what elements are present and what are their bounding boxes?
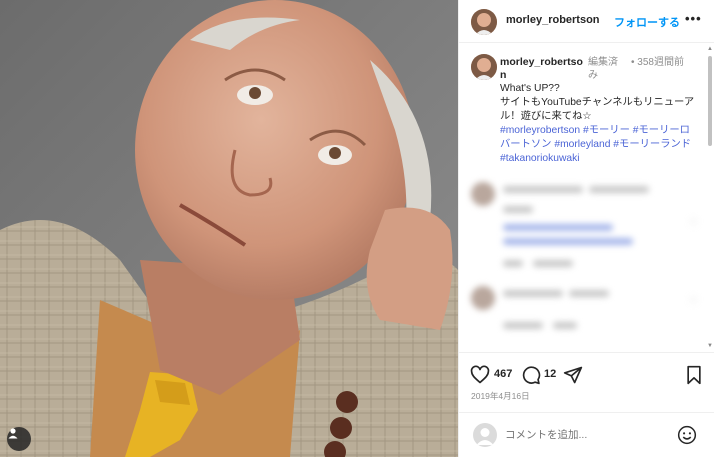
blurred-text xyxy=(503,322,543,329)
post-header: morley_robertson フォローする ••• xyxy=(459,0,714,43)
heart-icon[interactable] xyxy=(470,365,490,385)
comment-heart-icon: ♡ xyxy=(689,218,698,229)
time-separator: • xyxy=(631,57,635,68)
edited-label: 編集済み xyxy=(588,57,618,81)
user-tag-button[interactable] xyxy=(7,427,31,451)
comment-bubble-icon[interactable] xyxy=(521,365,541,385)
comment-input[interactable] xyxy=(505,426,665,444)
post-photo[interactable] xyxy=(0,0,458,457)
header-username[interactable]: morley_robertson xyxy=(506,14,600,26)
action-bar: 467 12 2019年4月16日 xyxy=(459,352,714,412)
paper-plane-icon[interactable] xyxy=(563,365,583,385)
post-side-panel: morley_robertson フォローする ••• morley_rober… xyxy=(458,0,714,457)
bookmark-icon[interactable] xyxy=(685,365,703,385)
author-avatar[interactable] xyxy=(471,9,497,35)
time-ago-text: 358週間前 xyxy=(637,57,684,68)
caption-line-2: サイトもYouTubeチャンネルもリニューアル！遊びに来てね☆ xyxy=(500,97,695,122)
comment-item-blurred: ♡ xyxy=(471,180,701,280)
add-comment-bar xyxy=(459,412,714,457)
avatar-portrait-icon xyxy=(471,54,497,80)
blurred-text xyxy=(503,290,563,297)
post-date[interactable]: 2019年4月16日 xyxy=(471,390,530,402)
blurred-text xyxy=(553,322,577,329)
comments-scroll-area[interactable]: morley_robertson 編集済み • 358週間前 What's UP… xyxy=(459,44,714,352)
more-options-button[interactable]: ••• xyxy=(685,11,702,26)
blurred-text xyxy=(503,260,523,267)
caption-username[interactable]: morley_robertson xyxy=(500,56,586,82)
blurred-text xyxy=(589,186,649,193)
blurred-text xyxy=(503,206,533,213)
current-user-avatar xyxy=(473,423,497,447)
person-icon xyxy=(8,428,18,439)
comment-item-blurred: ♡ xyxy=(471,284,701,344)
like-count[interactable]: 467 xyxy=(494,368,512,380)
commenter-avatar xyxy=(471,182,495,206)
caption-text: What's UP?? サイトもYouTubeチャンネルもリニューアル！遊びに来… xyxy=(500,82,700,166)
caption-line-1: What's UP?? xyxy=(500,83,560,94)
blurred-text xyxy=(533,260,573,267)
scroll-down-arrow[interactable]: ▼ xyxy=(707,343,713,349)
comment-heart-icon: ♡ xyxy=(689,296,698,307)
blurred-text xyxy=(569,290,609,297)
commenter-avatar xyxy=(471,286,495,310)
blurred-link xyxy=(503,238,633,245)
caption-hashtags[interactable]: #morleyrobertson #モーリー #モーリーロバートソン #morl… xyxy=(500,124,700,166)
comments-scrollbar[interactable] xyxy=(708,56,712,146)
avatar-portrait-icon xyxy=(471,9,497,35)
follow-button[interactable]: フォローする xyxy=(614,14,680,30)
scroll-up-arrow[interactable]: ▲ xyxy=(707,46,713,52)
portrait-illustration xyxy=(0,0,458,457)
blurred-link xyxy=(503,224,613,231)
caption-avatar[interactable] xyxy=(471,54,497,80)
default-person-icon xyxy=(476,428,494,445)
comment-count[interactable]: 12 xyxy=(544,368,556,380)
smiley-icon[interactable] xyxy=(677,425,697,445)
post-time-ago: • 358週間前 xyxy=(631,56,691,69)
blurred-text xyxy=(503,186,583,193)
